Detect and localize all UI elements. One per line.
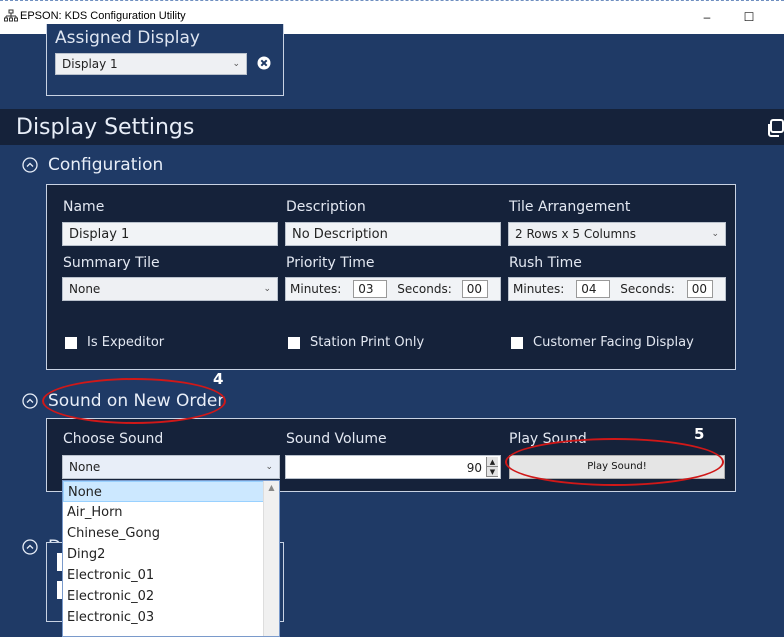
- dropdown-option[interactable]: Ding2: [63, 544, 279, 565]
- is-expeditor-label: Is Expeditor: [87, 335, 165, 350]
- description-label: Description: [286, 199, 366, 215]
- copy-icon[interactable]: [766, 119, 784, 137]
- annotation-ellipse-play-button: [505, 438, 724, 486]
- station-print-only-checkbox[interactable]: Station Print Only: [288, 335, 424, 350]
- scroll-up-icon[interactable]: ▲: [264, 481, 279, 495]
- dropdown-option[interactable]: Chinese_Gong: [63, 523, 279, 544]
- minimize-button[interactable]: –: [692, 7, 722, 27]
- chevron-down-icon: ⌄: [263, 284, 271, 294]
- collapse-chevron-icon: [22, 539, 38, 555]
- collapse-chevron-icon: [22, 393, 38, 409]
- name-input[interactable]: Display 1: [62, 222, 278, 246]
- sound-volume-input[interactable]: 90 ▲ ▼: [285, 455, 501, 479]
- tile-arrangement-value: 2 Rows x 5 Columns: [515, 227, 637, 241]
- priority-seconds-input[interactable]: 00: [461, 280, 488, 298]
- sound-dropdown-list[interactable]: None Air_Horn Chinese_Gong Ding2 Electro…: [62, 480, 280, 637]
- priority-minutes-label: Minutes:: [290, 282, 342, 296]
- checkbox-box[interactable]: [65, 336, 77, 349]
- rush-minutes-input[interactable]: 04: [576, 280, 611, 298]
- customer-facing-checkbox[interactable]: Customer Facing Display: [511, 335, 694, 350]
- sound-volume-value: 90: [466, 461, 482, 475]
- priority-time-group: Minutes: 03 Seconds: 00: [285, 277, 501, 301]
- dropdown-option[interactable]: Electronic_01: [63, 565, 279, 586]
- dropdown-option[interactable]: None: [63, 481, 279, 502]
- name-label: Name: [63, 199, 105, 215]
- annotation-number-5: 5: [694, 425, 705, 443]
- dropdown-scrollbar[interactable]: ▲: [263, 481, 279, 636]
- annotation-ellipse-sound-title: [42, 378, 226, 424]
- dropdown-option[interactable]: Electronic_03: [63, 607, 279, 628]
- customer-facing-label: Customer Facing Display: [533, 335, 694, 350]
- checkbox-box[interactable]: [511, 336, 523, 349]
- summary-tile-value: None: [69, 282, 101, 296]
- rush-seconds-input[interactable]: 00: [686, 280, 713, 298]
- display-settings-title: Display Settings: [16, 115, 195, 140]
- configuration-panel: Name Display 1 Description No Descriptio…: [46, 184, 736, 370]
- display-settings-header: Display Settings: [0, 109, 784, 145]
- priority-time-label: Priority Time: [286, 255, 375, 271]
- window-title: EPSON: KDS Configuration Utility: [20, 10, 186, 22]
- volume-spinner[interactable]: ▲ ▼: [486, 457, 498, 477]
- station-print-only-label: Station Print Only: [310, 335, 425, 350]
- rush-minutes-label: Minutes:: [513, 282, 565, 296]
- assigned-display-label: Assigned Display: [55, 28, 200, 48]
- chevron-down-icon: ⌄: [232, 59, 240, 69]
- choose-sound-value: None: [69, 460, 101, 474]
- configuration-section-toggle[interactable]: Configuration: [22, 155, 163, 175]
- annotation-number-4: 4: [213, 370, 224, 388]
- clear-circle-icon[interactable]: [257, 56, 271, 70]
- priority-seconds-label: Seconds:: [397, 282, 452, 296]
- assigned-display-value: Display 1: [62, 57, 118, 71]
- tile-arrangement-label: Tile Arrangement: [509, 199, 631, 215]
- choose-sound-label: Choose Sound: [63, 431, 164, 447]
- tile-arrangement-select[interactable]: 2 Rows x 5 Columns ⌄: [508, 222, 726, 246]
- dropdown-option[interactable]: Air_Horn: [63, 502, 279, 523]
- app-network-icon: [4, 9, 18, 22]
- collapse-chevron-icon: [22, 157, 38, 173]
- rush-time-group: Minutes: 04 Seconds: 00: [508, 277, 726, 301]
- rush-seconds-label: Seconds:: [620, 282, 675, 296]
- summary-tile-label: Summary Tile: [63, 255, 160, 271]
- chevron-down-icon: ⌄: [711, 229, 719, 239]
- assigned-display-panel: Assigned Display Display 1 ⌄: [46, 24, 284, 96]
- maximize-button[interactable]: ☐: [734, 7, 764, 27]
- is-expeditor-checkbox[interactable]: Is Expeditor: [65, 335, 164, 350]
- assigned-display-select[interactable]: Display 1 ⌄: [55, 53, 247, 75]
- sound-volume-label: Sound Volume: [286, 431, 387, 447]
- dropdown-option[interactable]: Electronic_02: [63, 586, 279, 607]
- checkbox-box[interactable]: [288, 336, 300, 349]
- configuration-section-title: Configuration: [48, 155, 164, 175]
- spin-up-icon[interactable]: ▲: [487, 457, 498, 467]
- choose-sound-select[interactable]: None ⌄: [62, 455, 280, 479]
- description-input[interactable]: No Description: [285, 222, 501, 246]
- chevron-down-icon: ⌄: [265, 462, 273, 472]
- summary-tile-select[interactable]: None ⌄: [62, 277, 278, 301]
- spin-down-icon[interactable]: ▼: [487, 467, 498, 477]
- rush-time-label: Rush Time: [509, 255, 582, 271]
- priority-minutes-input[interactable]: 03: [353, 280, 388, 298]
